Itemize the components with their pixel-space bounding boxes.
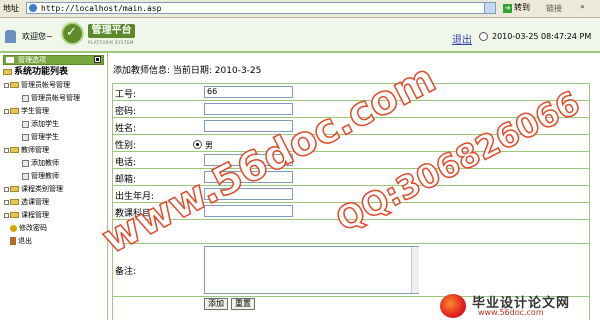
door-icon — [10, 237, 16, 245]
sidebar-item-manage-student[interactable]: 管理学生 — [22, 133, 59, 142]
notes-textarea[interactable] — [204, 246, 419, 294]
email-label: 邮箱: — [115, 175, 137, 185]
add-button[interactable]: 添加 — [204, 298, 228, 310]
notes-scrollbar[interactable] — [411, 247, 419, 293]
header-datetime: 2010-03-25 08:47:24 PM — [492, 32, 592, 41]
menu-panel-icon — [6, 57, 14, 63]
sidebar-item-course-category[interactable]: 课程类别管理 — [4, 185, 63, 194]
ie-page-icon — [29, 4, 37, 12]
links-chevron-icon[interactable]: » — [580, 2, 585, 11]
bottom-logo-url: www.56doc.com — [478, 308, 544, 317]
logo-check-icon: ✓ — [66, 25, 77, 40]
sidebar-item-add-student[interactable]: 添加学生 — [22, 120, 59, 129]
sidebar-item-teacher[interactable]: 教师管理 — [4, 146, 49, 155]
pen-icon — [22, 120, 29, 128]
welcome-text: 欢迎您~ — [22, 32, 53, 41]
sidebar-item-add-teacher[interactable]: 添加教师 — [22, 159, 59, 168]
sidebar-item-student[interactable]: 学生管理 — [4, 107, 49, 116]
clock-icon — [479, 32, 488, 41]
reset-button[interactable]: 重置 — [231, 298, 255, 310]
notes-label: 备注: — [115, 267, 137, 277]
sidebar-item-manage-teacher[interactable]: 管理教师 — [22, 172, 59, 181]
id-input[interactable]: 66 — [204, 86, 293, 98]
folder-icon — [10, 186, 19, 192]
user-icon — [5, 30, 16, 43]
sidebar-item-admin-account[interactable]: 管理员帐号管理 — [4, 81, 70, 90]
address-url: http://localhost/main.asp — [41, 4, 162, 13]
go-arrow-icon: ➔ — [503, 4, 512, 13]
form-divider — [112, 243, 590, 244]
key-icon — [10, 224, 17, 232]
form-divider — [112, 168, 590, 169]
sidebar-item-course-selection[interactable]: 选课管理 — [4, 198, 49, 207]
gender-male-radio[interactable] — [193, 140, 202, 149]
logo-ball-icon — [440, 294, 466, 318]
folder-icon — [10, 147, 19, 153]
menu-panel-title: 管理选项 — [18, 56, 46, 64]
collapse-icon — [4, 147, 9, 153]
links-label[interactable]: 链接 — [546, 3, 562, 14]
folder-open-icon — [3, 68, 12, 75]
expand-icon — [4, 199, 9, 205]
phone-label: 电话: — [115, 158, 137, 168]
pen-icon — [22, 172, 29, 180]
password-input[interactable] — [204, 103, 293, 115]
bottom-logo: 毕业设计论文网 www.56doc.com — [438, 292, 598, 320]
id-label: 工号: — [115, 90, 137, 100]
gender-male-label: 男 — [205, 141, 213, 150]
folder-icon — [10, 108, 19, 114]
folder-icon — [10, 212, 19, 218]
sidebar-item-change-password[interactable]: 修改密码 — [10, 224, 47, 233]
go-label: 转到 — [514, 3, 530, 12]
gender-label: 性别: — [115, 141, 137, 151]
pen-icon — [22, 133, 29, 141]
page-title: 添加教师信息: 当前日期: 2010-3-25 — [113, 66, 262, 76]
password-label: 密码: — [115, 107, 137, 117]
name-label: 姓名: — [115, 124, 137, 134]
logo-subtitle: PLATFORM SYSTEM — [88, 40, 134, 45]
collapse-icon — [4, 82, 9, 88]
address-dropdown-icon[interactable] — [484, 3, 495, 13]
sidebar-item-admin-account-manage[interactable]: 管理员帐号管理 — [22, 94, 80, 103]
pen-icon — [22, 159, 29, 167]
expand-icon — [4, 212, 9, 218]
logout-link[interactable]: 退出 — [452, 31, 472, 46]
logo-title: 管理平台 — [88, 24, 135, 38]
pen-icon — [22, 94, 29, 102]
folder-icon — [10, 199, 19, 205]
expand-icon — [4, 186, 9, 192]
sidebar-item-logout[interactable]: 退出 — [10, 237, 32, 246]
sidebar-root[interactable]: 系统功能列表 — [3, 68, 68, 77]
go-button[interactable]: ➔ 转到 — [503, 2, 530, 13]
address-label: 地址 — [3, 4, 19, 13]
folder-icon — [10, 82, 19, 88]
address-input[interactable]: http://localhost/main.asp — [26, 2, 496, 14]
sidebar-item-course[interactable]: 课程管理 — [4, 211, 49, 220]
collapse-icon — [4, 108, 9, 114]
menu-panel-pin-icon[interactable]: ▪ — [94, 56, 101, 63]
